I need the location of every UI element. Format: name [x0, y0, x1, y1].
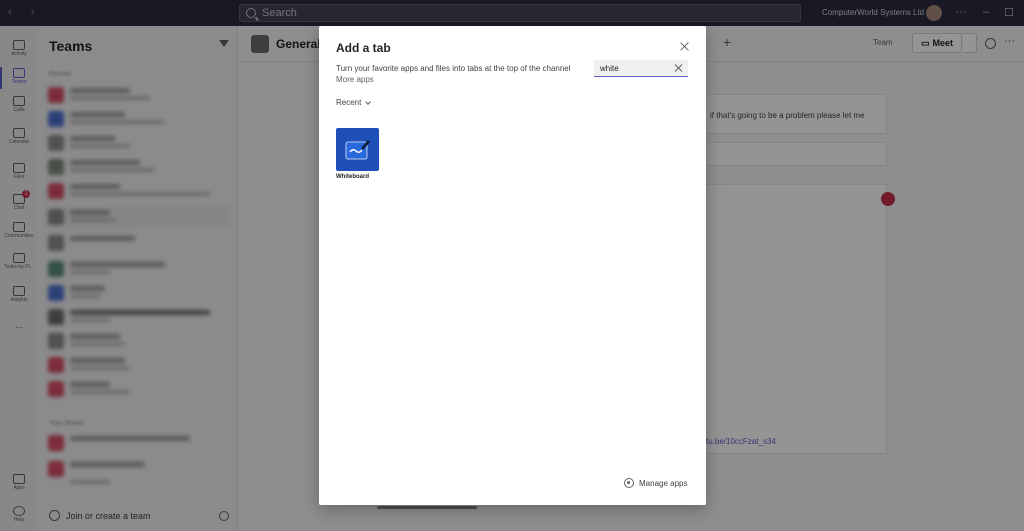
dialog-subtitle: Turn your favorite apps and files into t…: [336, 64, 571, 73]
app-tile-whiteboard[interactable]: [336, 128, 379, 171]
whiteboard-icon: [345, 140, 370, 160]
clear-search-icon[interactable]: [674, 63, 684, 73]
more-apps-link[interactable]: More apps: [336, 75, 374, 84]
app-search-field[interactable]: [594, 60, 688, 77]
close-icon[interactable]: [678, 40, 692, 54]
manage-apps-label: Manage apps: [639, 478, 688, 488]
recent-dropdown[interactable]: Recent: [336, 98, 372, 107]
manage-apps-button[interactable]: Manage apps: [624, 478, 687, 488]
app-name-whiteboard[interactable]: Whiteboard: [336, 174, 369, 180]
dialog-title: Add a tab: [336, 41, 391, 55]
recent-label: Recent: [336, 98, 362, 107]
gear-icon: [624, 478, 634, 488]
app-search-input[interactable]: [594, 63, 668, 73]
add-tab-dialog: Add a tab Turn your favorite apps and fi…: [319, 26, 706, 505]
chevron-down-icon: [365, 98, 372, 105]
